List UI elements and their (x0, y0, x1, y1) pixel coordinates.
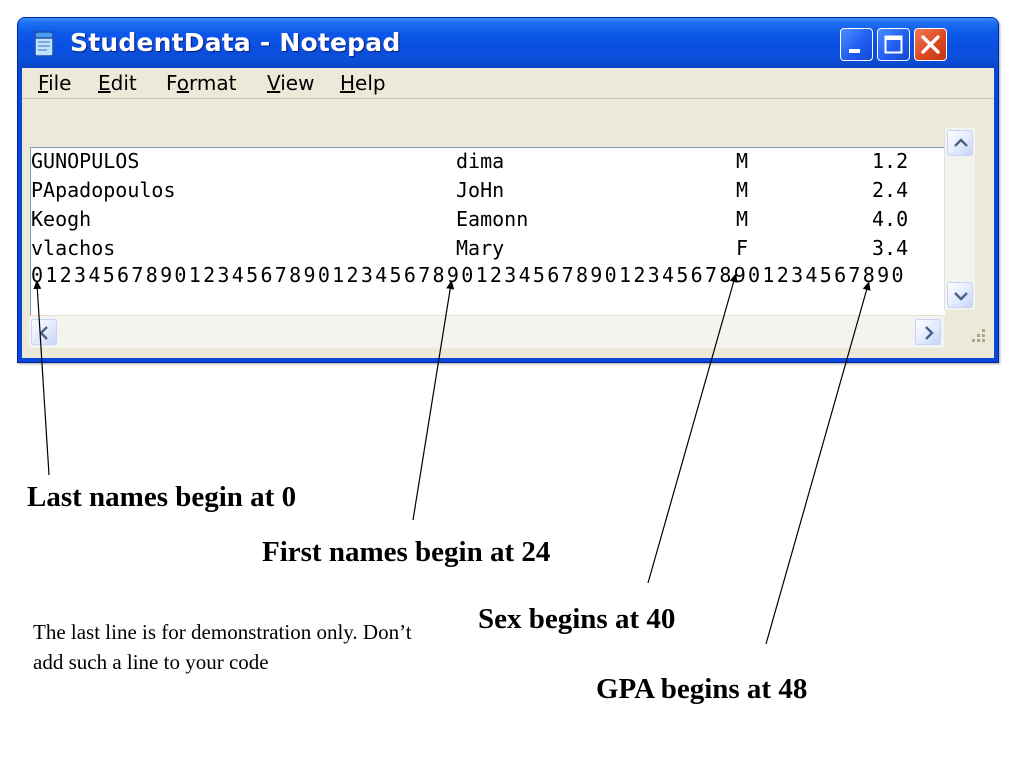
first-name: Mary (456, 236, 505, 260)
notepad-icon (34, 31, 54, 57)
chevron-right-icon (925, 326, 934, 340)
menu-view[interactable]: View (267, 71, 314, 95)
first-name: JoHn (456, 178, 505, 202)
menu-help[interactable]: Help (340, 71, 386, 95)
last-name: Keogh (31, 207, 92, 231)
label-last-names: Last names begin at 0 (27, 481, 297, 513)
scroll-down-button[interactable] (947, 282, 973, 308)
label-first-names: First names begin at 24 (262, 536, 551, 568)
column-ruler: 0123456789012345678901234567890123456789… (31, 263, 906, 287)
record-line: vlachos Mary F 3.4 (31, 237, 931, 259)
first-name: dima (456, 149, 505, 173)
notepad-window: StudentData - Notepad File Edit Format V… (17, 17, 999, 363)
minimize-icon (849, 49, 860, 53)
maximize-button[interactable] (877, 28, 910, 61)
label-gpa: GPA begins at 48 (596, 673, 808, 705)
menu-edit[interactable]: Edit (98, 71, 137, 95)
ruler-line: 0123456789012345678901234567890123456789… (31, 264, 931, 286)
last-name: vlachos (31, 236, 116, 260)
gpa: 3.4 (872, 236, 909, 260)
resize-grip-icon (972, 329, 985, 342)
sex: F (736, 236, 749, 260)
scroll-left-button[interactable] (31, 319, 57, 345)
scroll-right-button[interactable] (915, 319, 941, 345)
chevron-up-icon (954, 138, 968, 147)
minimize-button[interactable] (840, 28, 873, 61)
resize-grip[interactable] (944, 315, 990, 347)
record-line: GUNOPULOS dima M 1.2 (31, 150, 931, 172)
sex: M (736, 178, 749, 202)
record-line: Keogh Eamonn M 4.0 (31, 208, 931, 230)
sex: M (736, 149, 749, 173)
gpa: 2.4 (872, 178, 909, 202)
window-title: StudentData - Notepad (70, 28, 401, 57)
last-name: GUNOPULOS (31, 149, 140, 173)
label-sex: Sex begins at 40 (478, 603, 676, 635)
gpa: 1.2 (872, 149, 909, 173)
chevron-left-icon (39, 326, 48, 340)
close-button[interactable] (914, 28, 947, 61)
menu-file[interactable]: File (38, 71, 71, 95)
chevron-down-icon (954, 292, 968, 301)
menu-bar: File Edit Format View Help (22, 68, 994, 99)
record-line: PApadopoulos JoHn M 2.4 (31, 179, 931, 201)
menu-format[interactable]: Format (166, 71, 237, 95)
title-bar[interactable]: StudentData - Notepad (18, 18, 998, 68)
demonstration-note: The last line is for demonstration only.… (33, 620, 412, 674)
scroll-up-button[interactable] (947, 130, 973, 156)
maximize-icon (884, 35, 903, 54)
close-icon (921, 35, 940, 54)
sex: M (736, 207, 749, 231)
text-editor[interactable]: GUNOPULOS dima M 1.2 PApadopoulos JoHn M… (30, 147, 945, 323)
gpa: 4.0 (872, 207, 909, 231)
vertical-scrollbar[interactable] (944, 128, 975, 310)
first-name: Eamonn (456, 207, 529, 231)
last-name: PApadopoulos (31, 178, 176, 202)
horizontal-scrollbar[interactable] (29, 315, 944, 348)
